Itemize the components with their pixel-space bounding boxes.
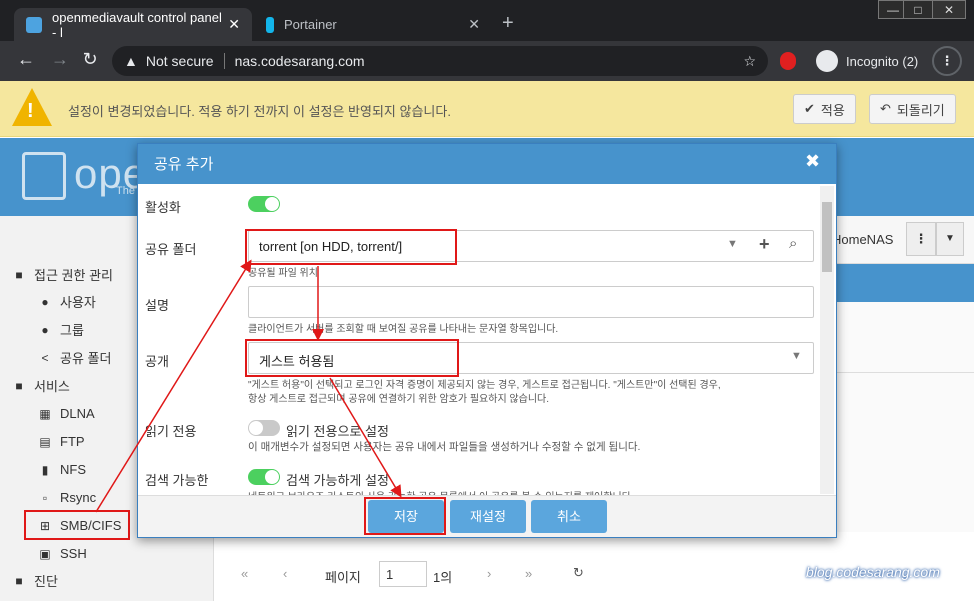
arrow-public-to-save: [329, 377, 402, 498]
annotation-arrows: [95, 259, 402, 513]
arrow-smb-to-folder: [95, 259, 252, 513]
